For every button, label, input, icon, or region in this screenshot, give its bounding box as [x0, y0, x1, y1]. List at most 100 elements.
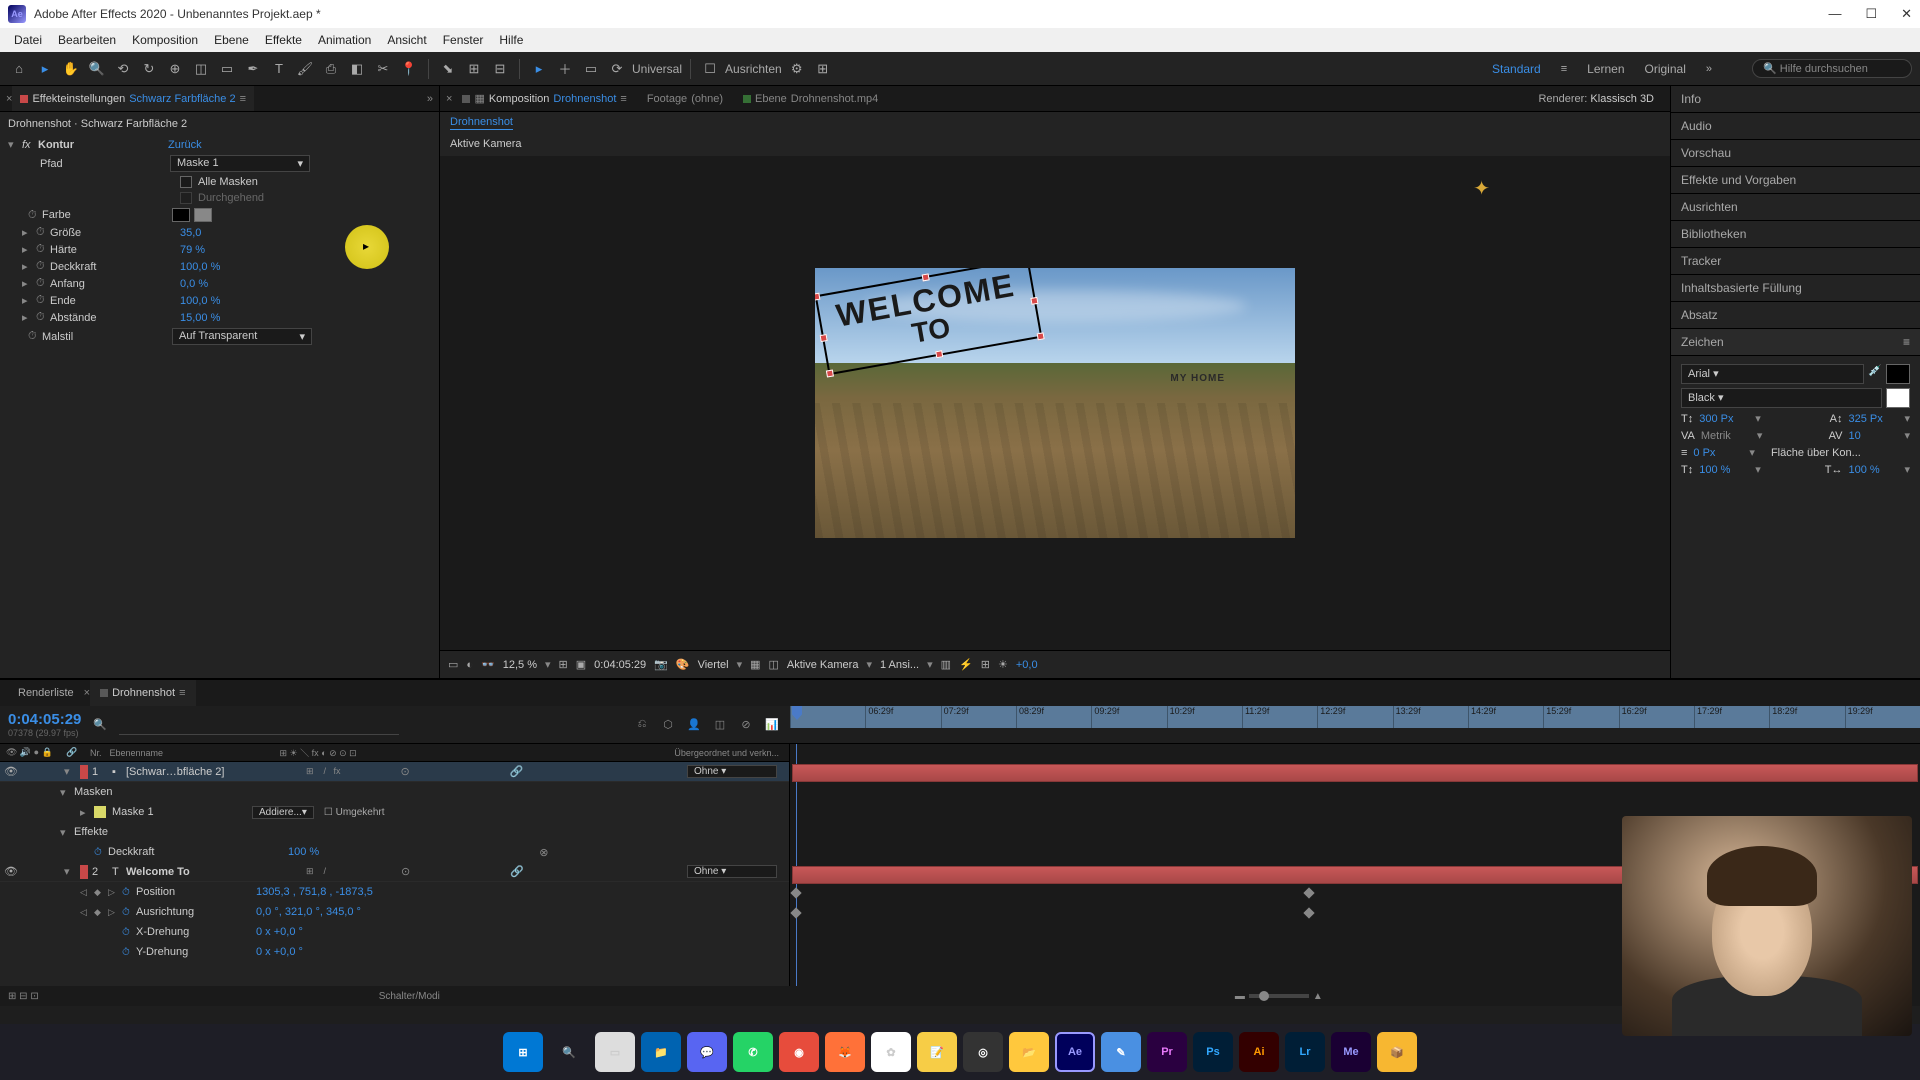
- stopwatch-icon[interactable]: ⏱: [28, 330, 42, 343]
- mask-icon[interactable]: 👓: [481, 658, 495, 671]
- orientation-prop[interactable]: Ausrichtung: [136, 906, 256, 918]
- eyedropper-icon[interactable]: 💉: [1868, 364, 1882, 384]
- footage-tab[interactable]: Footage (ohne): [637, 86, 733, 111]
- stopwatch-icon[interactable]: ⏱: [28, 209, 42, 222]
- layer-row-1[interactable]: 👁 ▾ 1 ▪ [Schwar…bfläche 2] ⊞ / fx ⊙ 🔗 Oh…: [0, 762, 789, 782]
- twirl-icon[interactable]: ▾: [60, 786, 74, 799]
- stopwatch-icon[interactable]: ⏱: [36, 277, 50, 290]
- reset-link[interactable]: Zurück: [168, 139, 202, 151]
- brush-tool[interactable]: 🖌: [294, 58, 316, 80]
- pixel-aspect-icon[interactable]: ▥: [941, 658, 951, 671]
- mask-name[interactable]: Maske 1: [112, 806, 232, 818]
- twirl-icon[interactable]: ▸: [22, 311, 36, 324]
- discord-icon[interactable]: 💬: [687, 1032, 727, 1072]
- home-tool[interactable]: ⌂: [8, 58, 30, 80]
- twirl-icon[interactable]: ▸: [22, 243, 36, 256]
- rotate-tool[interactable]: ↻: [138, 58, 160, 80]
- color-swatch-gray[interactable]: [194, 208, 212, 222]
- twirl-icon[interactable]: ▾: [8, 138, 22, 151]
- firefox-icon[interactable]: 🦊: [825, 1032, 865, 1072]
- quality-dropdown[interactable]: Viertel: [698, 659, 729, 671]
- stopwatch-icon[interactable]: ⏱: [122, 947, 136, 958]
- snapshot-icon[interactable]: 📷: [654, 658, 668, 671]
- motion-blur-icon[interactable]: ⊘: [736, 715, 756, 735]
- time-display[interactable]: 0:04:05:29: [594, 659, 646, 671]
- prev-keyframe-icon[interactable]: ◁: [80, 887, 94, 898]
- info-panel[interactable]: Info: [1671, 86, 1920, 113]
- audio-panel[interactable]: Audio: [1671, 113, 1920, 140]
- minimize-button[interactable]: —: [1828, 6, 1841, 22]
- character-panel-header[interactable]: Zeichen≡: [1671, 329, 1920, 356]
- twirl-icon[interactable]: ▾: [60, 826, 74, 839]
- anfang-value[interactable]: 0,0 %: [180, 278, 208, 290]
- views-dropdown[interactable]: 1 Ansi...: [880, 659, 919, 671]
- zoom-dropdown[interactable]: 12,5 %: [503, 659, 537, 671]
- timeline-zoom-slider[interactable]: ▬▲: [1235, 991, 1323, 1002]
- tracking-value[interactable]: 10: [1848, 430, 1898, 442]
- shy-icon[interactable]: 👤: [684, 715, 704, 735]
- libraries-panel[interactable]: Bibliotheken: [1671, 221, 1920, 248]
- layer-name[interactable]: [Schwar…bfläche 2]: [126, 766, 306, 778]
- kerning-value[interactable]: Metrik: [1701, 430, 1751, 442]
- timeline-ruler[interactable]: 06:29f 07:29f 08:29f 09:29f 10:29f 11:29…: [790, 706, 1920, 728]
- tracker-panel[interactable]: Tracker: [1671, 248, 1920, 275]
- start-button[interactable]: ⊞: [503, 1032, 543, 1072]
- app-icon[interactable]: ◉: [779, 1032, 819, 1072]
- workspace-original[interactable]: Original: [1645, 62, 1686, 76]
- switches-modes-label[interactable]: Schalter/Modi: [379, 991, 440, 1002]
- layer-row-2[interactable]: 👁 ▾ 2 T Welcome To ⊞ / ⊙ 🔗 Ohne ▾: [0, 862, 789, 882]
- folder-icon[interactable]: 📂: [1009, 1032, 1049, 1072]
- twirl-icon[interactable]: ▸: [22, 294, 36, 307]
- mask-mode-dropdown[interactable]: Addiere...▾: [252, 806, 314, 819]
- prev-keyframe-icon[interactable]: ◁: [80, 907, 94, 918]
- workspace-lernen[interactable]: Lernen: [1587, 62, 1624, 76]
- menu-komposition[interactable]: Komposition: [124, 33, 206, 47]
- color-swatch-black[interactable]: [172, 208, 190, 222]
- snap-grid-icon[interactable]: ⊞: [812, 58, 834, 80]
- transparency-icon[interactable]: ▦: [750, 658, 760, 671]
- position-prop[interactable]: Position: [136, 886, 256, 898]
- task-view-icon[interactable]: ▭: [595, 1032, 635, 1072]
- layer-name[interactable]: Welcome To: [126, 866, 306, 878]
- camera-dropdown[interactable]: Aktive Kamera: [787, 659, 859, 671]
- alle-masken-checkbox[interactable]: [180, 176, 192, 188]
- menu-effekte[interactable]: Effekte: [257, 33, 310, 47]
- close-button[interactable]: ✕: [1901, 6, 1912, 22]
- channel-icon[interactable]: ◐: [466, 659, 473, 671]
- obs-icon[interactable]: ◎: [963, 1032, 1003, 1072]
- channels-icon[interactable]: 🎨: [676, 658, 690, 671]
- menu-animation[interactable]: Animation: [310, 33, 379, 47]
- effects-group[interactable]: Effekte: [74, 826, 254, 838]
- arrow-icon[interactable]: ▸: [528, 58, 550, 80]
- abstaende-value[interactable]: 15,00 %: [180, 312, 220, 324]
- light-icon[interactable]: ✦: [1473, 176, 1490, 201]
- hscale-value[interactable]: 100 %: [1848, 464, 1898, 476]
- magnification-icon[interactable]: ▭: [448, 658, 458, 671]
- zoom-tool[interactable]: 🔍: [86, 58, 108, 80]
- composition-viewport[interactable]: ✦ WELCOME TO MY HOME: [440, 156, 1670, 650]
- parent-dropdown[interactable]: Ohne ▾: [687, 865, 777, 878]
- haerte-value[interactable]: 79 %: [180, 244, 205, 256]
- twirl-icon[interactable]: ▸: [22, 226, 36, 239]
- parent-dropdown[interactable]: Ohne ▾: [687, 765, 777, 778]
- orbit-tool[interactable]: ⟲: [112, 58, 134, 80]
- stopwatch-icon[interactable]: ⏱: [36, 294, 50, 307]
- render-queue-tab[interactable]: Renderliste: [8, 680, 84, 706]
- camera-tool[interactable]: ⊕: [164, 58, 186, 80]
- twirl-icon[interactable]: ▸: [80, 806, 94, 819]
- help-search[interactable]: 🔍 Hilfe durchsuchen: [1752, 59, 1912, 78]
- current-timecode[interactable]: 0:04:05:29: [8, 711, 81, 728]
- twirl-icon[interactable]: ▸: [22, 260, 36, 273]
- align-panel[interactable]: Ausrichten: [1671, 194, 1920, 221]
- layer-color-tag[interactable]: [80, 865, 88, 879]
- opacity-value[interactable]: 100 %: [288, 846, 319, 858]
- fill-swatch[interactable]: [1886, 364, 1910, 384]
- menu-ebene[interactable]: Ebene: [206, 33, 257, 47]
- orientation-value[interactable]: 0,0 °, 321,0 °, 345,0 °: [256, 906, 361, 918]
- stopwatch-icon[interactable]: ⏱: [94, 847, 108, 858]
- draft3d-icon[interactable]: ⬡: [658, 715, 678, 735]
- stopwatch-icon[interactable]: ⏱: [122, 887, 136, 898]
- exposure-icon[interactable]: ☀: [998, 658, 1008, 671]
- comp-breadcrumb[interactable]: Drohnenshot: [440, 112, 1670, 132]
- refresh-icon[interactable]: ⟳: [606, 58, 628, 80]
